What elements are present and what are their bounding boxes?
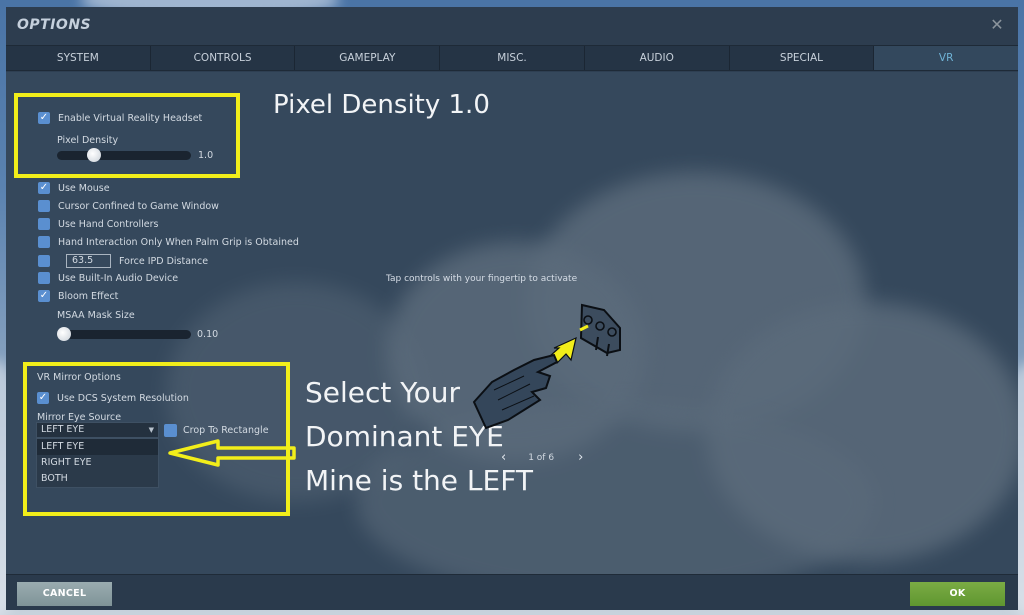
hand-tap-illustration-icon — [472, 303, 621, 430]
tutorial-hint: Tap controls with your fingertip to acti… — [386, 274, 578, 284]
tab-system[interactable]: SYSTEM — [6, 46, 151, 70]
pixel-density-annotation: Pixel Density 1.0 — [273, 90, 490, 120]
use-mouse-label: Use Mouse — [58, 182, 110, 194]
close-icon[interactable]: ✕ — [988, 16, 1006, 34]
vr-settings-panel: ✓ Enable Virtual Reality Headset Pixel D… — [6, 72, 1018, 574]
eye-annotation-line3: Mine is the LEFT — [305, 464, 533, 497]
bloom-label: Bloom Effect — [58, 290, 119, 302]
msaa-slider[interactable] — [57, 327, 191, 341]
msaa-label: MSAA Mask Size — [57, 310, 135, 321]
annotation-arrow-icon — [168, 439, 296, 467]
use-mouse-checkbox[interactable]: ✓ — [38, 182, 50, 194]
dialog-footer: CANCEL OK — [6, 574, 1018, 610]
highlight-box-pixel-density — [14, 93, 240, 178]
built-in-audio-checkbox[interactable] — [38, 272, 50, 284]
tutorial-pager: ‹ 1 of 6 › — [501, 450, 583, 465]
cursor-confined-checkbox[interactable] — [38, 200, 50, 212]
tab-misc[interactable]: MISC. — [440, 46, 585, 70]
tab-gameplay[interactable]: GAMEPLAY — [295, 46, 441, 70]
tab-controls[interactable]: CONTROLS — [151, 46, 296, 70]
hand-controllers-row[interactable]: Use Hand Controllers — [38, 218, 158, 230]
force-ipd-label: Force IPD Distance — [119, 255, 209, 267]
msaa-value: 0.10 — [197, 329, 219, 340]
force-ipd-checkbox[interactable] — [38, 255, 50, 267]
palm-grip-checkbox[interactable] — [38, 236, 50, 248]
tab-vr[interactable]: VR — [874, 46, 1018, 70]
ipd-input[interactable]: 63.5 — [66, 254, 111, 268]
chevron-right-icon[interactable]: › — [578, 450, 583, 465]
use-mouse-row[interactable]: ✓ Use Mouse — [38, 182, 110, 194]
options-dialog: OPTIONS ✕ SYSTEM CONTROLS GAMEPLAY MISC.… — [6, 7, 1018, 610]
title-bar: OPTIONS ✕ — [6, 7, 1018, 45]
dialog-title: OPTIONS — [17, 17, 92, 33]
hand-controllers-checkbox[interactable] — [38, 218, 50, 230]
hand-controllers-label: Use Hand Controllers — [58, 218, 159, 230]
ok-button[interactable]: OK — [910, 582, 1005, 606]
palm-grip-label: Hand Interaction Only When Palm Grip is … — [58, 236, 299, 248]
bloom-row[interactable]: ✓ Bloom Effect — [38, 290, 118, 302]
tab-bar: SYSTEM CONTROLS GAMEPLAY MISC. AUDIO SPE… — [6, 45, 1018, 71]
bloom-checkbox[interactable]: ✓ — [38, 290, 50, 302]
built-in-audio-label: Use Built-In Audio Device — [58, 272, 179, 284]
cursor-confined-label: Cursor Confined to Game Window — [58, 200, 219, 212]
ipd-row: 63.5 Force IPD Distance — [38, 254, 208, 268]
chevron-left-icon[interactable]: ‹ — [501, 450, 506, 465]
cancel-button[interactable]: CANCEL — [17, 582, 112, 606]
tab-special[interactable]: SPECIAL — [730, 46, 875, 70]
palm-grip-row[interactable]: Hand Interaction Only When Palm Grip is … — [38, 236, 299, 248]
slider-thumb[interactable] — [57, 327, 71, 341]
tab-audio[interactable]: AUDIO — [585, 46, 730, 70]
built-in-audio-row[interactable]: Use Built-In Audio Device — [38, 272, 178, 284]
eye-annotation-line1: Select Your — [305, 376, 461, 409]
page-indicator: 1 of 6 — [528, 452, 555, 463]
cursor-confined-row[interactable]: Cursor Confined to Game Window — [38, 200, 219, 212]
